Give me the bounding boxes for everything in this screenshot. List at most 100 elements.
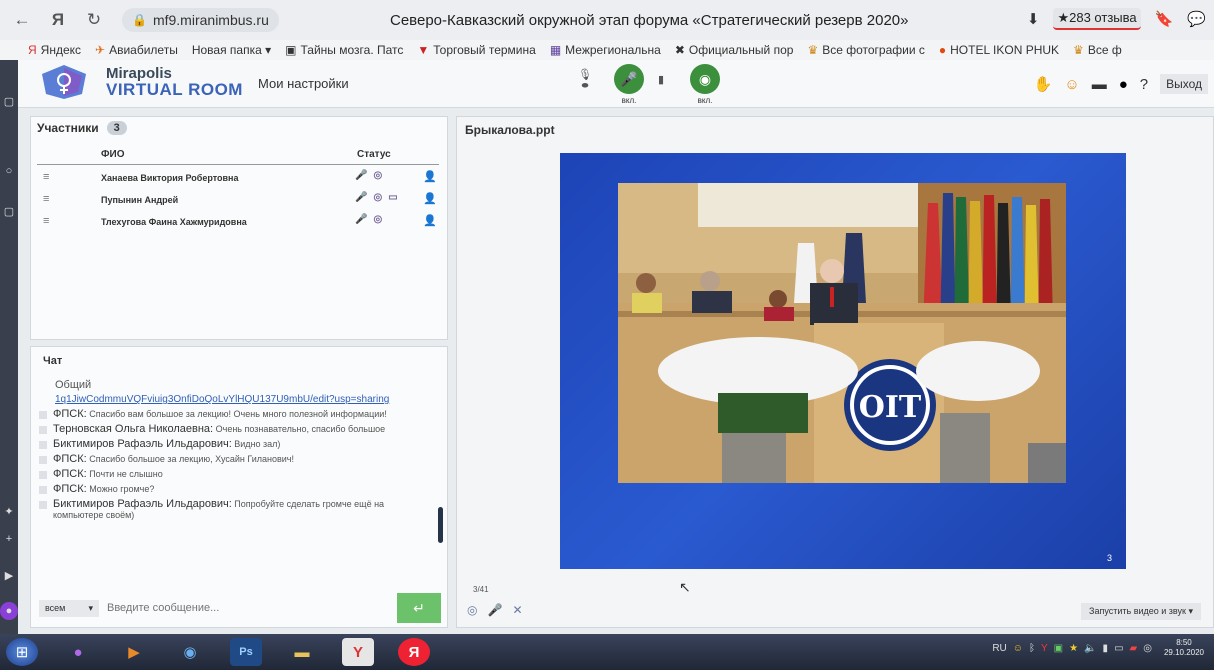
my-settings-link[interactable]: Мои настройки <box>258 76 349 91</box>
bookmark-item[interactable]: Я Яндекс <box>28 43 81 57</box>
star-icon[interactable]: ★ <box>1069 643 1078 654</box>
bookmark-item[interactable]: ● HOTEL IKON PHUK <box>939 43 1059 57</box>
bookmark-item[interactable]: ▼ Торговый термина <box>417 43 535 57</box>
photoshop-icon[interactable]: Ps <box>230 638 262 666</box>
table-row[interactable]: ≡ Ханаева Виктория Робертовна 🎤 ◎ 👤 <box>37 167 439 189</box>
sparkle-icon[interactable]: ✦ <box>0 500 18 522</box>
mic-status-icon[interactable]: 🎤 <box>355 214 367 225</box>
bookmark-item[interactable]: ✖ Официальный пор <box>675 43 794 57</box>
start-video-button[interactable]: Запустить видео и звук ▾ <box>1081 603 1201 620</box>
camera-icon[interactable]: ◉ <box>690 64 720 94</box>
mic-status-icon[interactable]: 🎤 <box>355 192 367 203</box>
bookmark-item[interactable]: ♛ Все фотографии с <box>807 43 924 57</box>
screen-status-icon[interactable]: ▭ <box>388 192 397 203</box>
chevron-down-icon: ▾ <box>88 602 93 613</box>
mic-off-icon[interactable]: ✕ <box>512 603 522 617</box>
emoji-icon[interactable]: ☺ <box>1013 643 1023 654</box>
media-player-icon[interactable]: ▶ <box>118 638 150 666</box>
download-icon[interactable]: ⬇ <box>1027 10 1040 28</box>
message-author: ФПСК: <box>53 408 87 420</box>
help-icon[interactable]: ? <box>1140 76 1148 93</box>
sidebar-icon[interactable]: ▢ <box>0 200 18 222</box>
bookmark-item[interactable]: ▣ Тайны мозга. Патс <box>285 43 403 57</box>
status-icons: 🎤 ◎ <box>355 214 382 225</box>
participant-name: Пупынин Андрей <box>101 195 179 205</box>
message-bullet <box>39 471 47 479</box>
row-menu-icon[interactable]: ≡ <box>43 171 49 183</box>
send-button[interactable]: ↵ <box>397 593 441 623</box>
feedback-icon[interactable]: 💬 <box>1187 10 1206 28</box>
volume-slider[interactable]: ▮ <box>654 64 668 94</box>
chat-title: Чат <box>43 355 63 367</box>
yandex-tray-icon[interactable]: Y <box>1041 643 1048 654</box>
row-menu-icon[interactable]: ≡ <box>43 215 49 227</box>
mic-settings-icon[interactable]: 🎤 <box>487 603 502 617</box>
yandex-icon[interactable]: Я <box>44 6 72 34</box>
bluetooth-icon[interactable]: ᛒ <box>1029 643 1035 654</box>
url-text: mf9.miranimbus.ru <box>152 12 269 28</box>
start-button[interactable]: ⊞ <box>6 638 38 666</box>
message-bullet <box>39 456 47 464</box>
flag-icon[interactable]: ▰ <box>1130 643 1138 654</box>
mic-level-icon[interactable]: 🎙 ⬬ <box>578 64 592 94</box>
cam-status-icon[interactable]: ◎ <box>373 214 382 225</box>
cam-status-icon[interactable]: ◎ <box>373 192 382 203</box>
clock-time: 8:50 <box>1176 638 1192 647</box>
chat-link[interactable]: 1q1JiwCodmmuVQFviuig3OnfiDoQoLvYlHQU137U… <box>39 394 435 405</box>
camera-settings-icon[interactable]: ◎ <box>467 603 477 617</box>
shield-icon[interactable]: ▣ <box>1054 643 1063 654</box>
table-row[interactable]: ≡ Тлехугова Фаина Хажмуридовна 🎤 ◎ 👤 <box>37 211 439 233</box>
participants-count: 3 <box>106 121 127 135</box>
folder-icon[interactable]: ▬ <box>286 638 318 666</box>
message-input[interactable] <box>107 596 397 620</box>
chat-messages[interactable]: Общий 1q1JiwCodmmuVQFviuig3OnfiDoQoLvYlH… <box>39 375 435 587</box>
alice-icon[interactable]: ● <box>62 638 94 666</box>
app-icon[interactable]: ▶ <box>0 564 18 586</box>
yandex-icon[interactable]: Я <box>398 638 430 666</box>
folder-icon[interactable]: ▬ <box>1092 76 1107 93</box>
language-flag-icon[interactable]: ● <box>1119 76 1128 93</box>
battery-icon[interactable]: ▭ <box>1114 643 1123 654</box>
microphone-icon[interactable]: 🎤 <box>614 64 644 94</box>
alice-icon[interactable]: ● <box>0 602 18 620</box>
mic-control[interactable]: 🎤 вкл. <box>614 64 644 105</box>
bookmark-item[interactable]: ✈ Авиабилеты <box>95 43 178 57</box>
crown-icon: ♛ <box>1073 43 1084 57</box>
camera-control[interactable]: ◉ вкл. <box>690 64 720 105</box>
network-icon[interactable]: ▮ <box>1103 643 1109 654</box>
message-author: Терновская Ольга Николаевна: <box>53 423 214 435</box>
media-controls: 🎙 ⬬ 🎤 вкл. ▮ ◉ вкл. <box>578 64 720 105</box>
exit-button[interactable]: Выход <box>1160 74 1208 94</box>
back-arrow-icon[interactable]: ← <box>8 6 36 34</box>
participant-name: Ханаева Виктория Робертовна <box>101 173 239 183</box>
table-row[interactable]: ≡ Пупынин Андрей 🎤 ◎ ▭ 👤 <box>37 189 439 211</box>
cam-status-icon[interactable]: ◎ <box>373 170 382 181</box>
bookmark-icon[interactable]: 🔖 <box>1155 10 1174 28</box>
yandex-browser-icon[interactable]: Y <box>342 638 374 666</box>
participant-name: Тлехугова Фаина Хажмуридовна <box>101 217 247 227</box>
language-indicator[interactable]: RU <box>992 643 1006 654</box>
page-counter: 3/41 <box>473 585 489 594</box>
plus-icon[interactable]: + <box>0 528 18 550</box>
address-bar[interactable]: 🔒 mf9.miranimbus.ru <box>122 8 279 32</box>
row-menu-icon[interactable]: ≡ <box>43 193 49 205</box>
sidebar-icon[interactable]: ▢ <box>0 90 18 112</box>
reviews-badge[interactable]: ★283 отзыва <box>1053 8 1141 30</box>
bookmark-item[interactable]: ♛ Все ф <box>1073 43 1122 57</box>
recipient-select[interactable]: всем ▾ <box>39 599 99 617</box>
raise-hand-icon[interactable]: ✋ <box>1034 75 1053 93</box>
bookmark-item[interactable]: Новая папка ▾ <box>192 43 271 57</box>
page-title: Северо-Кавказский окружной этап форума «… <box>390 12 909 29</box>
clock[interactable]: 8:50 29.10.2020 <box>1164 638 1204 658</box>
reload-icon[interactable]: ↻ <box>80 6 108 34</box>
chat-scrollbar[interactable] <box>438 507 443 543</box>
bookmark-item[interactable]: ▦ Межрегиональна <box>550 43 661 57</box>
mic-status-icon[interactable]: 🎤 <box>355 170 367 181</box>
speaker-icon[interactable]: 🔈 <box>1084 643 1096 654</box>
sidebar-icon[interactable]: ○ <box>0 160 18 182</box>
presentation-slide[interactable]: OIT 3 <box>560 153 1126 569</box>
message-author: Биктимиров Рафаэль Ильдарович: <box>53 438 232 450</box>
emoji-icon[interactable]: ☺ <box>1064 76 1079 93</box>
globe-icon[interactable]: ◎ <box>1143 643 1152 654</box>
disc-icon[interactable]: ◉ <box>174 638 206 666</box>
